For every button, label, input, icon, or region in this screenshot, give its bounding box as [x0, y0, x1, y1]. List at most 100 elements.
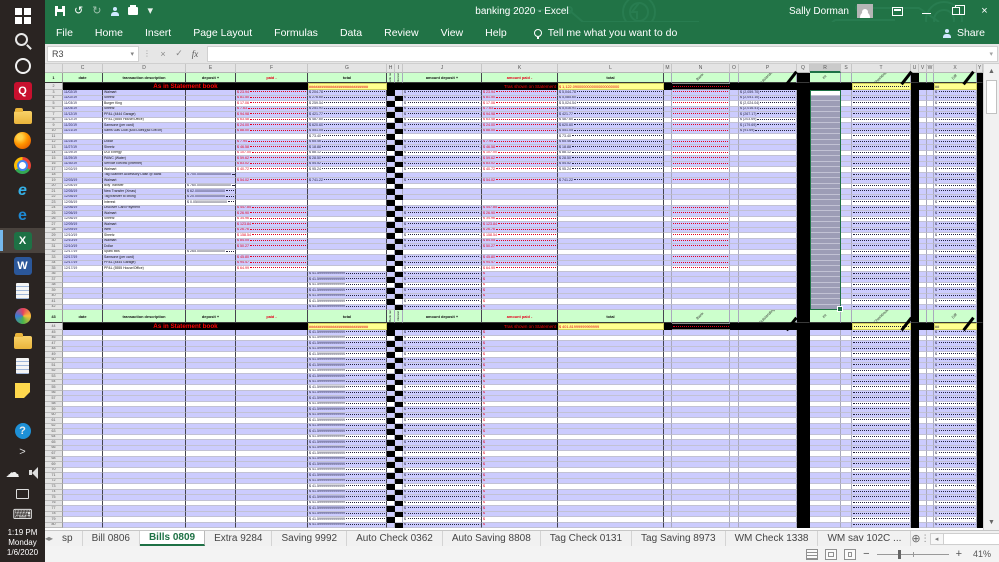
sheet-tab-tag-saving-8973[interactable]: Tag Saving 8973	[632, 531, 726, 546]
grid-cell[interactable]	[919, 522, 927, 528]
grid-cell[interactable]: deposit +	[186, 73, 236, 83]
grid-cell[interactable]	[919, 310, 927, 323]
grid-cell[interactable]: Bank	[672, 73, 730, 83]
ribbon-tab-page-layout[interactable]: Page Layout	[182, 22, 263, 44]
grid-cell[interactable]	[664, 310, 672, 323]
name-box[interactable]: R3 ▾	[47, 45, 139, 62]
grid-cell[interactable]: $ -	[934, 522, 977, 528]
ribbon-tab-view[interactable]: View	[430, 22, 475, 44]
quicken-icon[interactable]: Q	[0, 78, 45, 103]
grid-cell[interactable]: $ -	[403, 522, 482, 528]
zoom-out-icon[interactable]: −	[863, 548, 869, 560]
user-name[interactable]: Sally Dorman	[789, 6, 849, 17]
ribbon-display-options-button[interactable]	[883, 0, 912, 22]
start-button[interactable]	[0, 3, 45, 28]
grid-cell[interactable]: interest	[395, 310, 403, 323]
name-box-caret-icon[interactable]: ▾	[130, 50, 134, 58]
ribbon-tab-formulas[interactable]: Formulas	[263, 22, 329, 44]
grid-cell[interactable]: Outstanding	[739, 310, 797, 323]
grid-cell[interactable]: Bank rec	[387, 73, 395, 83]
chrome-icon[interactable]	[0, 153, 45, 178]
sheet-tab-tag-check-0131[interactable]: Tag Check 0131	[541, 531, 633, 546]
qat-customize-icon[interactable]: ▾	[147, 5, 153, 17]
print-icon[interactable]	[128, 5, 139, 15]
volume-icon[interactable]	[28, 466, 42, 480]
restore-button[interactable]	[941, 0, 970, 22]
page-break-view-button[interactable]	[844, 548, 857, 560]
tell-me-box[interactable]: Tell me what you want to do	[533, 27, 677, 39]
scroll-down-icon[interactable]: ▼	[984, 515, 999, 530]
edge-icon[interactable]: e	[0, 203, 45, 228]
grid-cell[interactable]: transaction description	[103, 73, 186, 83]
grid-cell[interactable]	[927, 522, 934, 528]
ribbon-tab-review[interactable]: Review	[373, 22, 429, 44]
column-header-L[interactable]: L	[558, 64, 664, 73]
new-sheet-button[interactable]: ⊕	[911, 531, 920, 546]
grid-cell[interactable]	[730, 73, 739, 83]
redo-icon[interactable]: ↻	[92, 5, 101, 17]
row-header[interactable]: 44	[45, 323, 63, 330]
column-header-D[interactable]: D	[103, 64, 186, 73]
sheet-tab-wm-sav-102c-[interactable]: WM sav 102C ...	[818, 531, 912, 546]
grid-cell[interactable]: total	[558, 310, 664, 323]
grid-cell[interactable]: date	[63, 73, 103, 83]
help-icon[interactable]: ?	[0, 420, 45, 441]
share-button[interactable]: Share	[943, 27, 999, 39]
row-header[interactable]: 80	[45, 522, 63, 528]
sheet-tab-saving-9992[interactable]: Saving 9992	[272, 531, 348, 546]
grid-cell[interactable]	[797, 310, 810, 323]
ribbon-tab-home[interactable]: Home	[84, 22, 134, 44]
page-layout-view-button[interactable]	[825, 548, 838, 560]
taskbar-clock[interactable]: 1:19 PM Monday 1/6/2020	[0, 525, 45, 562]
hscroll-track[interactable]	[943, 532, 999, 545]
onenote-icon[interactable]	[0, 278, 45, 303]
zoom-level[interactable]: 41%	[969, 549, 991, 559]
grid-cell[interactable]	[730, 522, 739, 528]
scroll-up-icon[interactable]: ▲	[984, 64, 999, 79]
sheet-tab-bills-0809[interactable]: Bills 0809	[139, 531, 206, 546]
column-header-O[interactable]: O	[730, 64, 739, 73]
column-header-W[interactable]: W	[927, 64, 934, 73]
formula-input[interactable]: ▾	[207, 45, 998, 62]
column-header-S[interactable]: S	[841, 64, 852, 73]
column-header-P[interactable]: P	[739, 64, 797, 73]
grid-cell[interactable]: $	[482, 522, 558, 528]
grid-cell[interactable]	[387, 522, 395, 528]
column-header-Q[interactable]: Q	[797, 64, 810, 73]
select-all-corner[interactable]	[45, 64, 63, 73]
grid-cell[interactable]	[919, 73, 927, 83]
vertical-scrollbar[interactable]: ▲ ▼	[983, 64, 999, 530]
normal-view-button[interactable]	[806, 548, 819, 560]
grid-cell[interactable]	[558, 522, 664, 528]
formula-expand-icon[interactable]: ▾	[989, 50, 993, 58]
grid-cell[interactable]: deposit +	[186, 310, 236, 323]
grid-cell[interactable]: date	[63, 310, 103, 323]
grid-cell[interactable]	[236, 522, 308, 528]
cortana-icon[interactable]	[0, 53, 45, 78]
tray-chevron-icon[interactable]: >	[0, 441, 45, 462]
column-header-T[interactable]: T	[852, 64, 911, 73]
contact-icon[interactable]	[110, 6, 119, 16]
grid-cell[interactable]	[664, 73, 672, 83]
column-header-C[interactable]: C	[63, 64, 103, 73]
column-header-N[interactable]: N	[672, 64, 730, 73]
sheet-tab-auto-check-0362[interactable]: Auto Check 0362	[347, 531, 443, 546]
sticky-notes-icon[interactable]	[0, 378, 45, 403]
grid-cell[interactable]	[63, 522, 103, 528]
grid-cell[interactable]: Bank	[672, 310, 730, 323]
grid-cell[interactable]	[911, 522, 919, 528]
grid-cell[interactable]	[927, 310, 934, 323]
firefox-icon[interactable]	[0, 128, 45, 153]
horizontal-scrollbar[interactable]: ◂ ▸	[929, 531, 999, 546]
grid-cell[interactable]	[841, 522, 852, 528]
zoom-slider-handle[interactable]	[898, 549, 902, 559]
grid-cell[interactable]: $41.59999999999999	[308, 522, 387, 528]
grid-cell[interactable]: Checkbook	[852, 310, 911, 323]
grid-cell[interactable]	[852, 522, 911, 528]
file-explorer-icon[interactable]	[0, 103, 45, 128]
display-icon[interactable]	[0, 483, 45, 504]
column-header-M[interactable]: M	[664, 64, 672, 73]
grid-cell[interactable]: amount paid -	[482, 73, 558, 83]
grid-cell[interactable]: interest	[395, 73, 403, 83]
close-button[interactable]: ×	[970, 0, 999, 22]
